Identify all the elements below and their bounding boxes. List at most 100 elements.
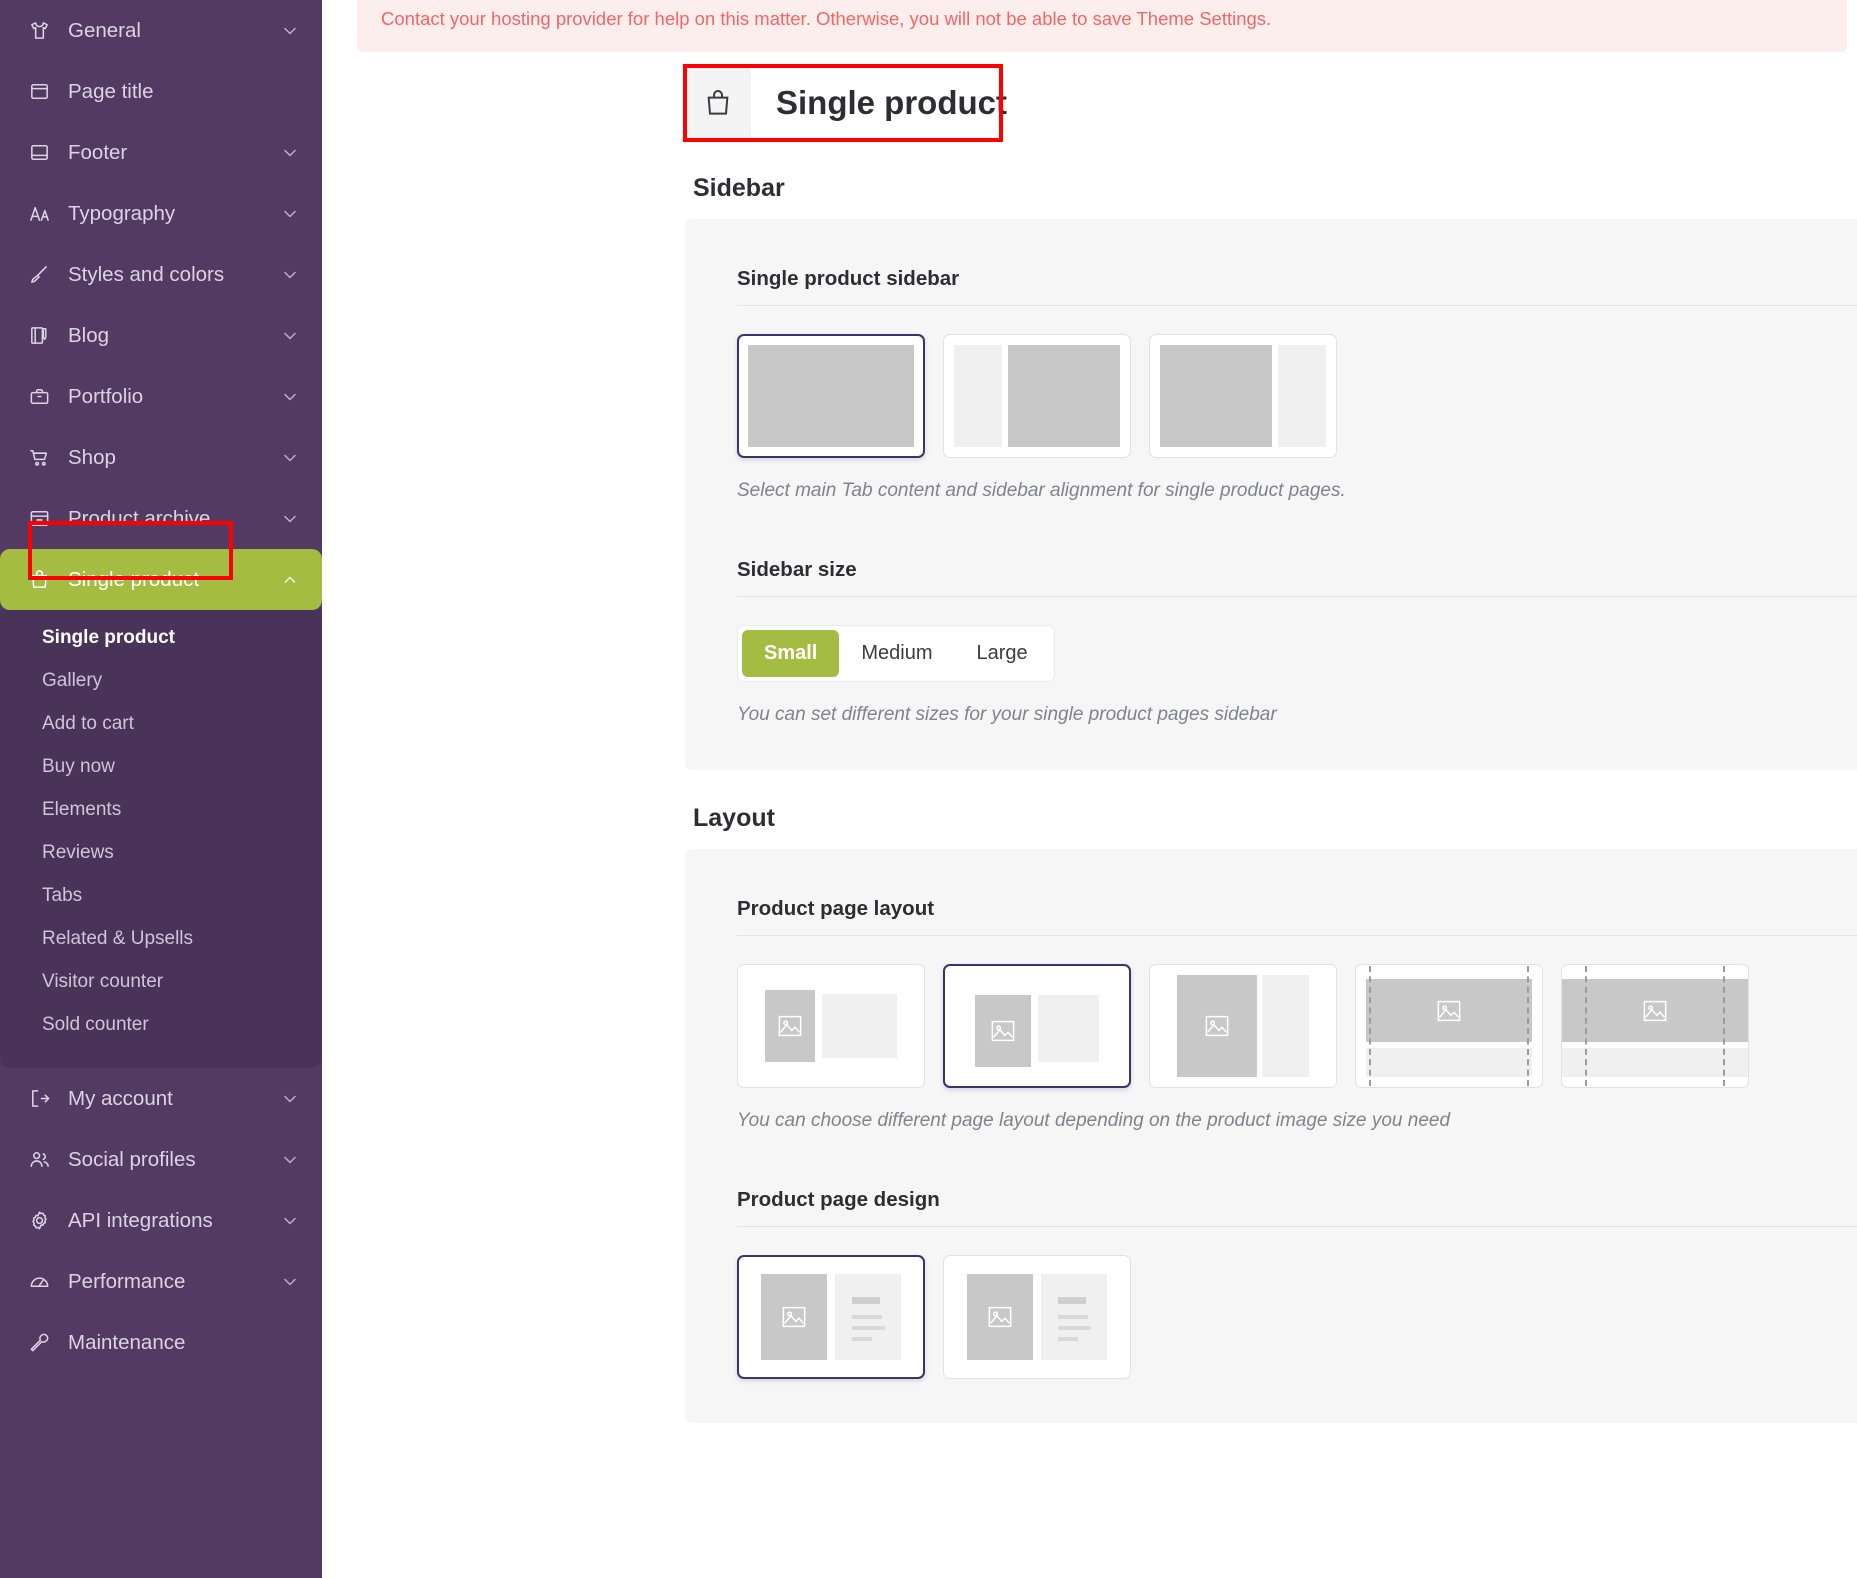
- field-label: Product page design: [737, 1188, 1857, 1212]
- sidebar-item-styles-and-colors[interactable]: Styles and colors: [0, 244, 322, 305]
- gear-icon: [26, 1208, 52, 1234]
- segment-large[interactable]: Large: [955, 630, 1050, 677]
- sidebar-item-blog[interactable]: Blog: [0, 305, 322, 366]
- chevron-down-icon[interactable]: [280, 1089, 300, 1109]
- sidebar-item-performance[interactable]: Performance: [0, 1251, 322, 1312]
- footer-icon: [26, 140, 52, 166]
- sidebar-subitem-label: Sold counter: [42, 1014, 149, 1036]
- chevron-down-icon[interactable]: [280, 1150, 300, 1170]
- field-label: Product page layout: [737, 897, 1857, 921]
- sidebar-item-label: General: [68, 19, 280, 43]
- sidebar-subitem-label: Single product: [42, 627, 175, 649]
- image-placeholder-icon: [985, 1302, 1015, 1332]
- chevron-down-icon[interactable]: [280, 509, 300, 529]
- option-card-sidebar-left[interactable]: [943, 334, 1131, 458]
- field-description: Select main Tab content and sidebar alig…: [737, 480, 1857, 502]
- chevron-down-icon[interactable]: [280, 326, 300, 346]
- settings-content: Single product Sidebar Single product si…: [322, 52, 1857, 1423]
- sidebar-subitem-label: Gallery: [42, 670, 102, 692]
- chevron-down-icon[interactable]: [280, 448, 300, 468]
- chevron-down-icon[interactable]: [280, 1211, 300, 1231]
- sidebar-subitem-gallery[interactable]: Gallery: [0, 659, 322, 702]
- sidebar-item-label: Performance: [68, 1270, 280, 1294]
- sidebar-item-label: Portfolio: [68, 385, 280, 409]
- sidebar-item-label: API integrations: [68, 1209, 280, 1233]
- sidebar-subitem-label: Visitor counter: [42, 971, 163, 993]
- segment-label: Large: [977, 642, 1028, 665]
- chevron-down-icon[interactable]: [280, 143, 300, 163]
- field-divider: [737, 305, 1857, 306]
- sidebar-subitem-label: Add to cart: [42, 713, 134, 735]
- sidebar-item-maintenance[interactable]: Maintenance: [0, 1312, 322, 1373]
- page-title: Single product: [751, 84, 1031, 122]
- sidebar-item-general[interactable]: General: [0, 0, 322, 61]
- sidebar-item-footer[interactable]: Footer: [0, 122, 322, 183]
- sidebar-subitem-label: Elements: [42, 799, 121, 821]
- section-panel: Single product sidebar Select main Tab c…: [685, 219, 1857, 770]
- sidebar-subitem-reviews[interactable]: Reviews: [0, 831, 322, 874]
- segmented-control: Small Medium Large: [737, 625, 1055, 682]
- image-placeholder-icon: [1202, 1011, 1232, 1041]
- settings-content-inner: Single product Sidebar Single product si…: [685, 52, 1857, 1423]
- sidebar-item-label: Product archive: [68, 507, 280, 531]
- sidebar-item-shop[interactable]: Shop: [0, 427, 322, 488]
- settings-sidebar: General Page title Footer Typography Sty…: [0, 0, 322, 1578]
- image-placeholder-icon: [1640, 996, 1670, 1026]
- tshirt-icon: [26, 18, 52, 44]
- image-placeholder-icon: [1434, 996, 1464, 1026]
- field-single-product-sidebar: Single product sidebar Select main Tab c…: [685, 267, 1857, 502]
- sidebar-subitem-single-product[interactable]: Single product: [0, 616, 322, 659]
- option-card-row: [737, 1255, 1857, 1379]
- sidebar-item-label: Social profiles: [68, 1148, 280, 1172]
- main-content: WARNING: The "PHP Max Input Vars" parame…: [322, 0, 1857, 1578]
- sidebar-subitem-tabs[interactable]: Tabs: [0, 874, 322, 917]
- page-header: Single product: [685, 66, 1031, 140]
- option-card-large-image[interactable]: [1149, 964, 1337, 1088]
- field-divider: [737, 935, 1857, 936]
- login-icon: [26, 1086, 52, 1112]
- sidebar-item-my-account[interactable]: My account: [0, 1068, 322, 1129]
- sidebar-item-portfolio[interactable]: Portfolio: [0, 366, 322, 427]
- chevron-down-icon[interactable]: [280, 387, 300, 407]
- sidebar-subitem-add-to-cart[interactable]: Add to cart: [0, 702, 322, 745]
- sidebar-subitem-label: Buy now: [42, 756, 115, 778]
- sidebar-subitem-related-upsells[interactable]: Related & Upsells: [0, 917, 322, 960]
- option-card-medium-image[interactable]: [943, 964, 1131, 1088]
- field-label: Sidebar size: [737, 558, 1857, 582]
- sidebar-item-product-archive[interactable]: Product archive: [0, 488, 322, 549]
- sidebar-item-social-profiles[interactable]: Social profiles: [0, 1129, 322, 1190]
- option-card-full-width-image[interactable]: [1355, 964, 1543, 1088]
- gauge-icon: [26, 1269, 52, 1295]
- option-card-full-width[interactable]: [737, 334, 925, 458]
- option-card-sidebar-right[interactable]: [1149, 334, 1337, 458]
- sidebar-item-page-title[interactable]: Page title: [0, 61, 322, 122]
- segment-label: Medium: [861, 642, 932, 665]
- sidebar-subitem-sold-counter[interactable]: Sold counter: [0, 1003, 322, 1046]
- segment-label: Small: [764, 642, 817, 665]
- chevron-down-icon[interactable]: [280, 204, 300, 224]
- image-placeholder-icon: [775, 1011, 805, 1041]
- section-sidebar: Sidebar Single product sidebar Select ma…: [685, 174, 1857, 770]
- settings-sections: Sidebar Single product sidebar Select ma…: [685, 174, 1857, 1423]
- chevron-down-icon[interactable]: [280, 265, 300, 285]
- sidebar-item-label: Typography: [68, 202, 280, 226]
- no-chevron: [280, 82, 300, 102]
- sidebar-subitem-elements[interactable]: Elements: [0, 788, 322, 831]
- sidebar-item-label: My account: [68, 1087, 280, 1111]
- chevron-down-icon[interactable]: [280, 1272, 300, 1292]
- sidebar-item-api-integrations[interactable]: API integrations: [0, 1190, 322, 1251]
- section-title: Layout: [693, 804, 1857, 833]
- option-card-design-one[interactable]: [737, 1255, 925, 1379]
- sidebar-item-single-product[interactable]: Single product: [0, 549, 322, 610]
- sidebar-subitem-visitor-counter[interactable]: Visitor counter: [0, 960, 322, 1003]
- chevron-down-icon[interactable]: [280, 21, 300, 41]
- segment-small[interactable]: Small: [742, 630, 839, 677]
- sidebar-subitem-buy-now[interactable]: Buy now: [0, 745, 322, 788]
- option-card-row: [737, 964, 1857, 1088]
- sidebar-item-label: Maintenance: [68, 1331, 280, 1355]
- segment-medium[interactable]: Medium: [839, 630, 954, 677]
- option-card-design-two[interactable]: [943, 1255, 1131, 1379]
- option-card-wide-image[interactable]: [1561, 964, 1749, 1088]
- option-card-small-image[interactable]: [737, 964, 925, 1088]
- sidebar-item-typography[interactable]: Typography: [0, 183, 322, 244]
